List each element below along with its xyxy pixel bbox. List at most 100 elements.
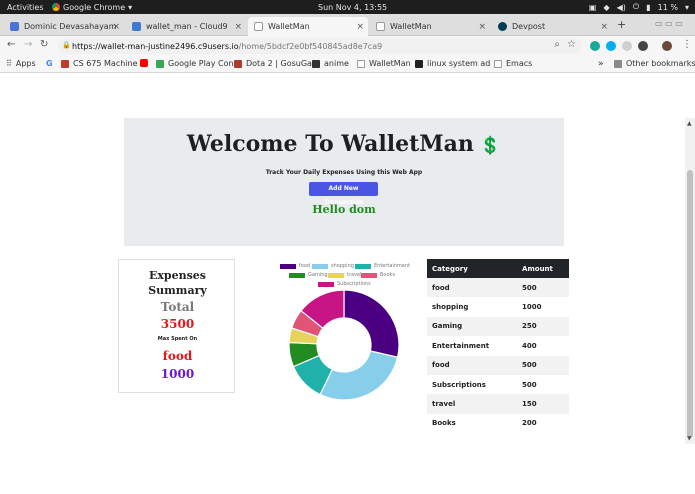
tab-dominic[interactable]: Dominic Devasahayam × <box>4 17 124 36</box>
close-icon[interactable]: × <box>356 22 364 32</box>
tab-cloud9[interactable]: wallet_man - Cloud9 × <box>126 17 246 36</box>
summary-title: Expenses Summary <box>148 269 207 297</box>
avatar[interactable] <box>662 41 672 51</box>
legend-swatch <box>328 272 344 278</box>
scroll-up-icon[interactable]: ▲ <box>687 120 692 127</box>
tab-favicon-icon <box>10 22 19 31</box>
bookmark-anime[interactable]: anime <box>312 59 349 68</box>
page-icon <box>494 59 502 68</box>
youtube-icon <box>140 59 148 67</box>
menu-kebab-icon[interactable]: ⋮ <box>682 39 692 50</box>
address-bar[interactable]: 🔒 https://wallet-man-justine2496.c9users… <box>58 38 582 54</box>
new-tab-button[interactable]: + <box>617 18 626 31</box>
wifi-icon: ◆ <box>603 2 610 12</box>
system-tray[interactable]: ▣ ◆ ◀) ⏻ ▮ 11 % ▾ <box>589 2 689 12</box>
bookmark-walletman[interactable]: WalletMan <box>357 59 411 68</box>
apps-grid-icon: ⠿ <box>6 59 12 68</box>
table-row: food 500 <box>427 355 569 375</box>
donut-slice-shopping[interactable] <box>319 350 399 401</box>
chevron-down-icon: ▾ <box>128 2 133 12</box>
close-icon[interactable]: × <box>234 22 242 32</box>
legend-item[interactable]: shopping <box>312 263 354 269</box>
tab-devpost[interactable]: Devpost × <box>492 17 612 36</box>
chevron-down-icon: ▾ <box>684 2 689 12</box>
extension-icon[interactable] <box>590 41 600 51</box>
volume-icon: ◀) <box>616 2 626 12</box>
zoom-search-icon[interactable]: ⌕ <box>554 39 560 50</box>
extension-icon[interactable] <box>622 41 632 51</box>
legend-item[interactable]: travel <box>328 272 362 278</box>
clock[interactable]: Sun Nov 4, 13:55 <box>318 3 387 12</box>
legend-label: Books <box>380 272 396 278</box>
total-value: 3500 <box>160 317 195 331</box>
column-header-category: Category <box>427 259 518 278</box>
play-icon <box>156 59 164 68</box>
close-icon[interactable]: × <box>600 22 608 32</box>
donut-slice-food[interactable] <box>343 289 400 358</box>
table-row: food 500 <box>427 278 569 298</box>
legend-label: Entertainment <box>374 263 411 269</box>
amount-cell: 250 <box>517 316 569 337</box>
tab-walletman-active[interactable]: WalletMan × <box>248 17 368 36</box>
chrome-icon <box>52 3 60 11</box>
legend-label: Gaming <box>308 272 328 278</box>
bookmark-youtube[interactable] <box>140 59 152 67</box>
legend-item[interactable]: Gaming <box>289 272 328 278</box>
tab-title: WalletMan <box>268 22 310 31</box>
amount-cell: 500 <box>517 278 569 298</box>
bookmark-favicon-icon <box>312 59 320 68</box>
expense-donut-chart <box>288 289 400 401</box>
category-cell: Gaming <box>427 316 518 337</box>
bookmark-favicon-icon <box>234 59 242 68</box>
category-cell: food <box>427 355 518 375</box>
scrollbar[interactable]: ▲ ▼ <box>685 118 695 444</box>
tab-title: Devpost <box>512 22 546 31</box>
total-label: Total <box>160 300 195 314</box>
close-icon[interactable]: × <box>478 22 486 32</box>
bookmark-other[interactable]: Other bookmarks <box>614 59 695 68</box>
legend-item[interactable]: Subscriptions <box>318 281 371 287</box>
legend-label: Subscriptions <box>337 281 371 287</box>
app-menu[interactable]: Google Chrome ▾ <box>52 3 132 12</box>
add-transaction-button[interactable]: Add New Transaction <box>309 182 378 206</box>
bookmark-linux[interactable]: linux system ad <box>415 59 490 68</box>
legend-label: travel <box>347 272 362 278</box>
table-row: Gaming 250 <box>427 316 569 337</box>
legend-swatch <box>312 263 328 269</box>
bookmark-google[interactable]: G <box>46 59 53 68</box>
reload-icon[interactable]: ↻ <box>40 39 48 50</box>
legend-item[interactable]: Books <box>361 272 395 278</box>
legend-swatch <box>361 272 377 278</box>
category-cell: Entertainment <box>427 336 518 356</box>
table-row: shopping 1000 <box>427 297 569 317</box>
bookmark-apps[interactable]: ⠿ Apps <box>6 59 36 68</box>
amount-cell: 500 <box>517 355 569 375</box>
forward-arrow-icon[interactable]: → <box>24 39 32 50</box>
legend-swatch <box>355 263 371 269</box>
lock-icon: 🔒 <box>62 41 71 49</box>
window-controls[interactable]: ▭ ▭ ▭ <box>655 19 683 28</box>
category-cell: Books <box>427 413 518 434</box>
activities-button[interactable]: Activities <box>7 3 44 12</box>
page-icon <box>357 59 365 68</box>
back-arrow-icon[interactable]: ← <box>7 39 15 50</box>
bookmark-dota[interactable]: Dota 2 | GosuGa <box>234 59 312 68</box>
category-cell: travel <box>427 394 518 414</box>
close-icon[interactable]: × <box>112 22 120 32</box>
scrollbar-thumb[interactable] <box>687 170 693 438</box>
table-header-row: Category Amount <box>427 259 569 278</box>
bookmarks-overflow-button[interactable]: » <box>598 59 604 69</box>
category-cell: food <box>427 278 518 298</box>
skype-icon[interactable] <box>606 41 616 51</box>
bookmark-emacs[interactable]: Emacs <box>494 59 532 68</box>
scroll-down-icon[interactable]: ▼ <box>687 435 692 442</box>
url-path: /home/5bdcf2e0bf540845ad8e7ca9 <box>238 41 383 51</box>
app-name: Google Chrome <box>63 2 126 12</box>
extension-icon[interactable] <box>638 41 648 51</box>
bookmark-google-play[interactable]: Google Play Con <box>156 59 234 68</box>
legend-item[interactable]: Entertainment <box>355 263 410 269</box>
bookmark-cs675[interactable]: CS 675 Machine <box>61 59 138 68</box>
tab-walletman[interactable]: WalletMan × <box>370 17 490 36</box>
bookmark-star-icon[interactable]: ☆ <box>567 39 576 50</box>
legend-item[interactable]: food <box>280 263 310 269</box>
